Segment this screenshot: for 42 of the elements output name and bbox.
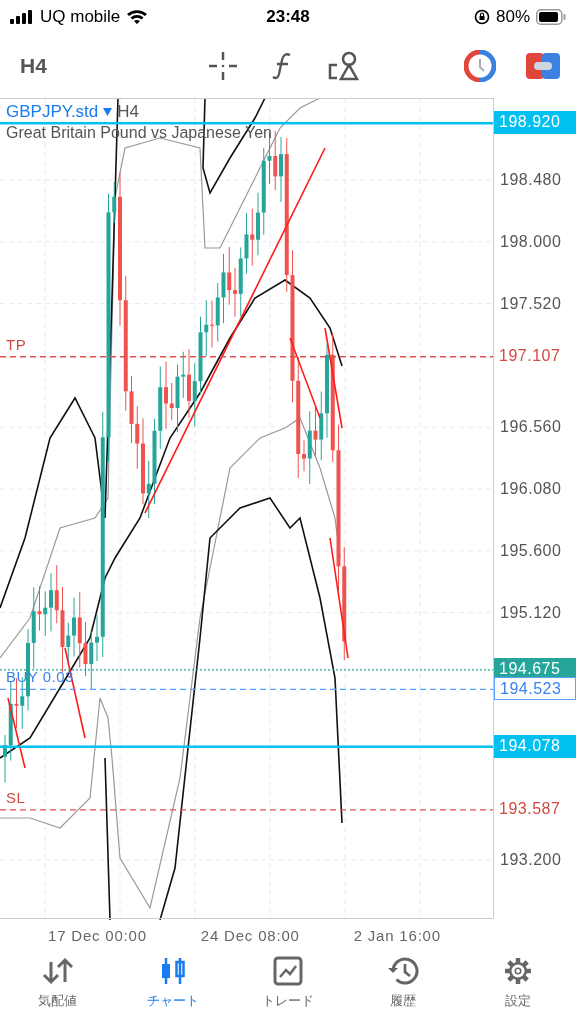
rotation-lock-icon	[473, 9, 490, 25]
price-axis-label: 197.520	[500, 293, 562, 314]
time-axis-label: 17 Dec 00:00	[48, 926, 147, 944]
price-tag: 198.920	[494, 111, 576, 135]
clock-icon[interactable]	[464, 50, 496, 82]
price-tag: 194.523	[494, 677, 576, 701]
order-level-label: TP	[6, 334, 27, 355]
chart-timeframe: H4	[117, 102, 140, 122]
trend-line	[7, 697, 26, 769]
crosshair-icon[interactable]	[208, 51, 238, 81]
order-level-label: SL	[6, 787, 26, 808]
time-axis-label: 2 Jan 16:00	[353, 926, 441, 944]
tab-bar-item[interactable]: チャート	[127, 956, 218, 1010]
toggle-icon[interactable]	[526, 53, 560, 79]
symbol-selector[interactable]: GBPJPY.std	[6, 102, 99, 122]
time-axis-label: 24 Dec 08:00	[200, 926, 300, 944]
battery-icon	[536, 9, 566, 25]
signal-icon	[10, 10, 34, 24]
candlestick-icon	[159, 956, 186, 986]
price-axis-label: 195.120	[500, 602, 562, 623]
wifi-icon	[126, 9, 149, 25]
line-chart-icon	[272, 956, 303, 986]
tab-bar-item[interactable]: 履歴	[358, 956, 449, 1010]
price-axis-label: 195.600	[500, 540, 562, 561]
price-axis-label: 196.080	[500, 479, 562, 499]
tab-bar-item[interactable]: 設定	[473, 956, 564, 1010]
shapes-icon[interactable]	[328, 51, 360, 81]
tab-bar-item[interactable]: トレード	[242, 956, 333, 1010]
price-tag: 194.078	[494, 734, 576, 758]
up-down-arrows-icon	[40, 956, 75, 986]
battery-percent: 80%	[495, 7, 530, 27]
history-icon	[387, 956, 420, 986]
dropdown-caret-icon[interactable]	[103, 108, 113, 116]
clock-time: 23:48	[266, 7, 310, 27]
tab-bar-item[interactable]: 気配値	[12, 956, 103, 1010]
timeframe-button[interactable]: H4	[20, 54, 140, 78]
carrier-name: UQ mobile	[40, 7, 121, 27]
price-axis-label: 198.000	[500, 231, 562, 252]
settings-icon	[503, 956, 534, 986]
price-axis-label: 198.480	[500, 170, 562, 190]
price-axis-label: 196.560	[500, 417, 562, 438]
price-axis-label: 193.200	[500, 849, 562, 870]
